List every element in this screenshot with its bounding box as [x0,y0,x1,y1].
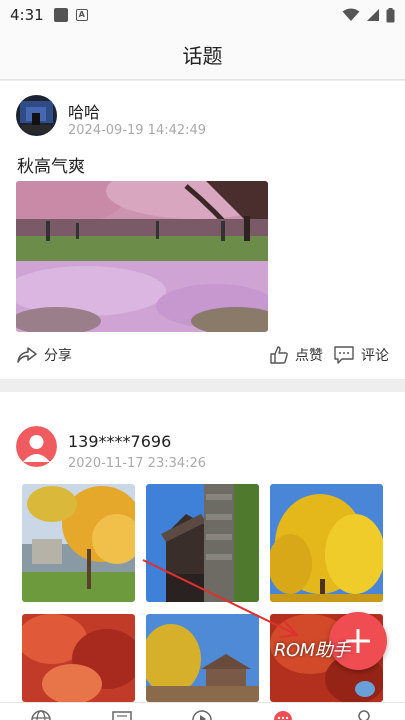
comment-button[interactable]: 评论 [333,345,389,365]
comment-label: 评论 [361,348,389,364]
profile-icon[interactable] [353,709,375,720]
title-bar: 话题 [0,30,405,80]
post-photo[interactable] [270,484,383,602]
post-photo[interactable] [146,614,259,702]
chat-icon[interactable] [272,709,294,720]
battery-icon [386,7,395,22]
username[interactable]: 哈哈 [68,99,100,123]
post-card[interactable]: 哈哈 2024-09-19 14:42:49 秋高气爽 分享 点赞 评论 [0,81,405,379]
like-button[interactable]: 点赞 [269,345,323,365]
page-title: 话题 [182,44,223,68]
share-label: 分享 [44,348,72,364]
post-photo[interactable] [22,614,135,702]
wifi-icon [342,8,360,21]
post-photo[interactable] [22,484,135,602]
avatar[interactable] [16,426,57,467]
bottom-navigation [0,702,405,720]
globe-icon[interactable] [30,709,52,720]
news-icon[interactable] [111,709,133,720]
post-text: 秋高气爽 [17,157,85,177]
post-actions: 分享 点赞 评论 [0,343,405,367]
like-label: 点赞 [295,348,323,364]
username[interactable]: 139****7696 [68,432,171,451]
status-bar: 4:31 A [0,0,405,30]
watermark-text: ROM助手 [274,640,350,661]
avatar[interactable] [16,95,57,136]
share-icon [17,347,37,363]
play-icon[interactable] [191,709,213,720]
post-datetime: 2024-09-19 14:42:49 [68,123,207,138]
a-notification-icon: A [75,9,88,21]
post-datetime: 2020-11-17 23:34:26 [68,456,207,471]
post-photo[interactable] [16,181,268,332]
share-button[interactable]: 分享 [16,345,72,365]
notification-icon [53,8,68,22]
signal-icon [367,9,379,21]
post-photo[interactable] [146,484,259,602]
status-indicators [342,7,395,23]
status-time: 4:31 [10,6,44,24]
comment-icon [334,346,354,364]
thumbs-up-icon [270,346,288,364]
